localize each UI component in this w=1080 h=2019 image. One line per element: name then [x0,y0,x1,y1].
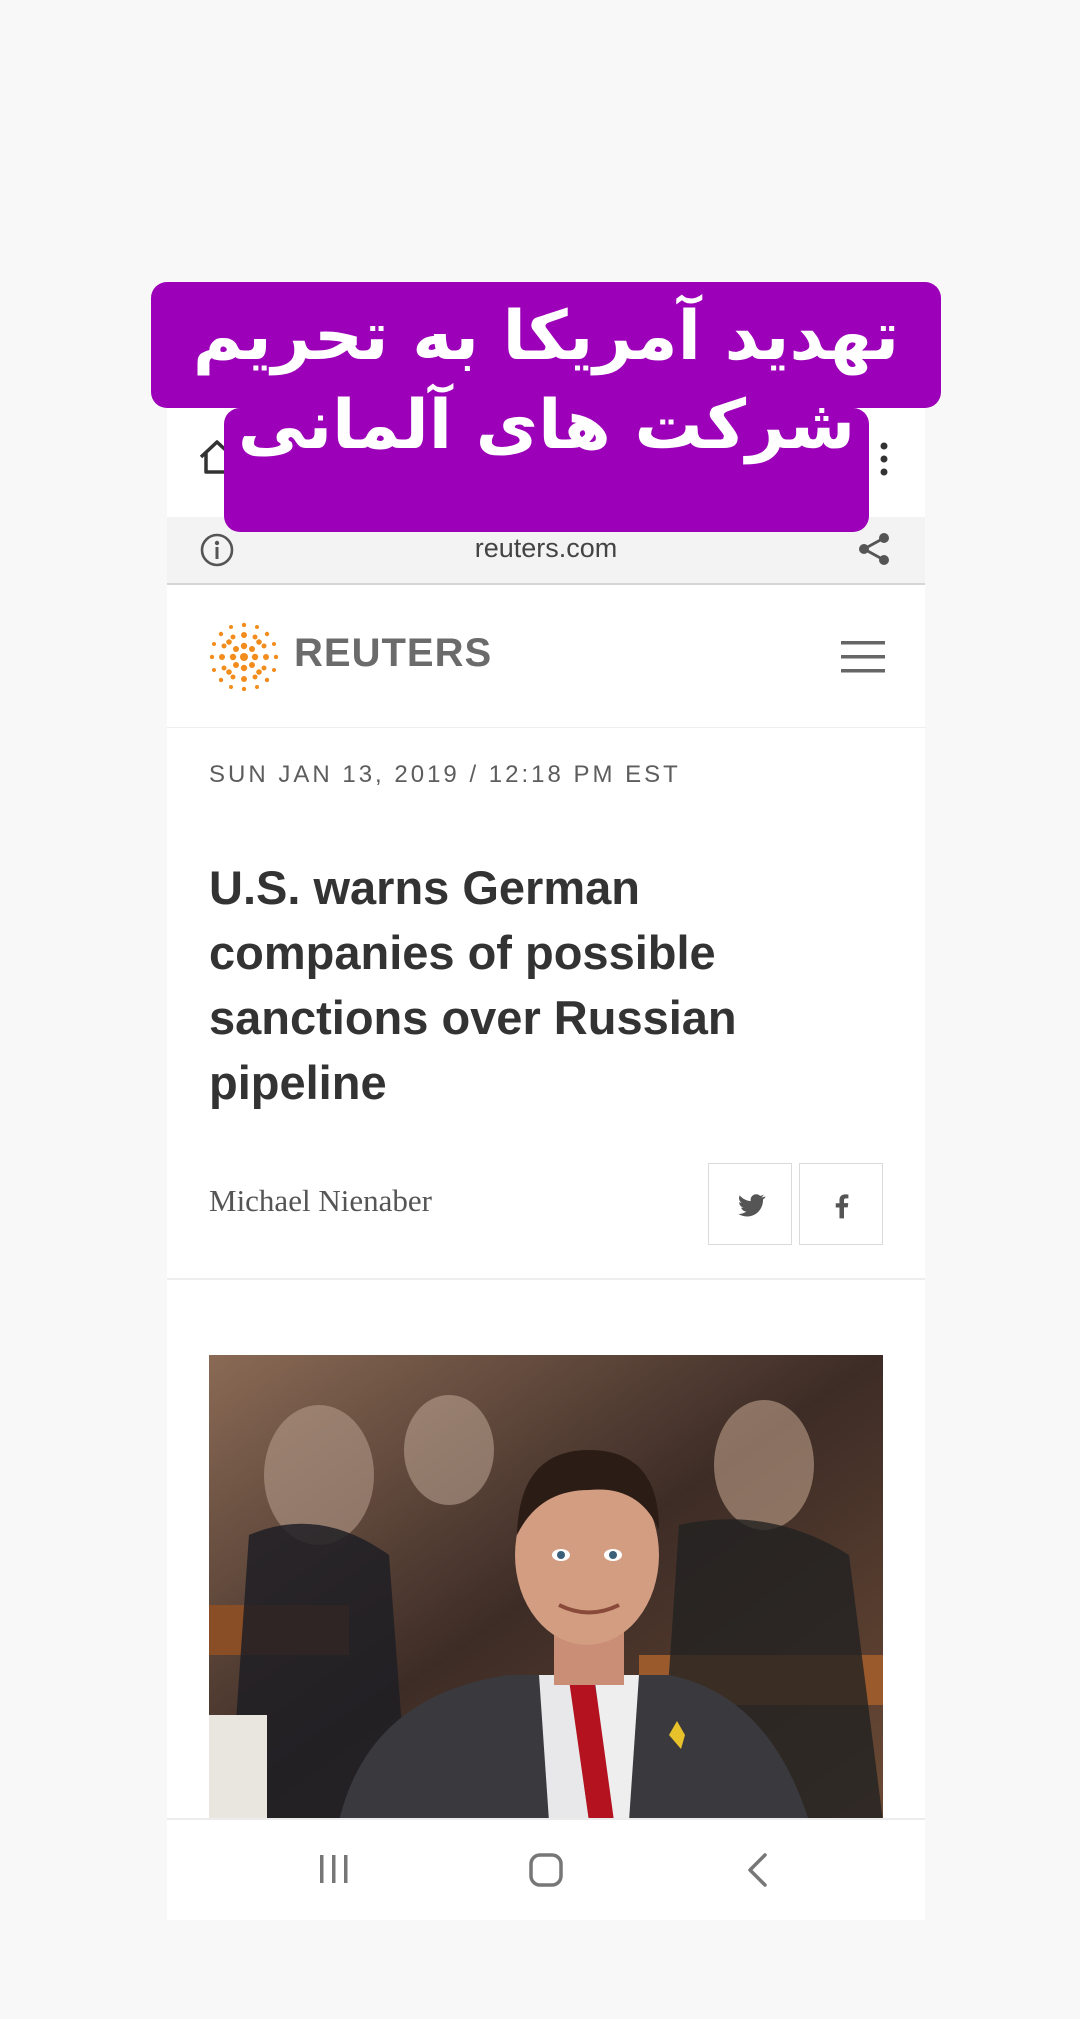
back-icon[interactable] [745,1852,769,1888]
share-icon[interactable] [857,531,891,567]
menu-dots-icon[interactable] [879,441,889,477]
article-photo[interactable] [209,1355,883,1821]
reuters-brand[interactable]: REUTERS [294,631,492,676]
reuters-logo-icon[interactable] [209,622,279,692]
url-text: reuters.com [474,533,618,563]
site-header: REUTERS [167,587,925,728]
section-divider [167,1278,925,1280]
facebook-share-button[interactable] [799,1163,883,1245]
overlay-title-line2: شرکت های آلمانی [224,392,869,532]
overlay-title-line1-text: تهدید آمریکا به تحریم [192,297,900,376]
twitter-icon [738,1194,766,1217]
browser-window: reuters.com REUTERS SUN JAN 13, 2019 / 1… [167,405,925,1920]
article-headline: U.S. warns German companies of possible … [209,861,737,1109]
overlay-title-line2-text: شرکت های آلمانی [237,386,856,465]
home-button-icon[interactable] [528,1852,564,1888]
facebook-icon [835,1194,849,1219]
twitter-share-button[interactable] [708,1163,792,1245]
system-nav-bar [167,1818,925,1920]
hamburger-icon[interactable] [841,639,885,675]
recents-icon[interactable] [317,1852,351,1886]
article-dateline: SUN JAN 13, 2019 / 12:18 PM EST [209,761,681,788]
article-author[interactable]: Michael Nienaber [209,1183,432,1219]
photo-illustration [209,1355,883,1821]
